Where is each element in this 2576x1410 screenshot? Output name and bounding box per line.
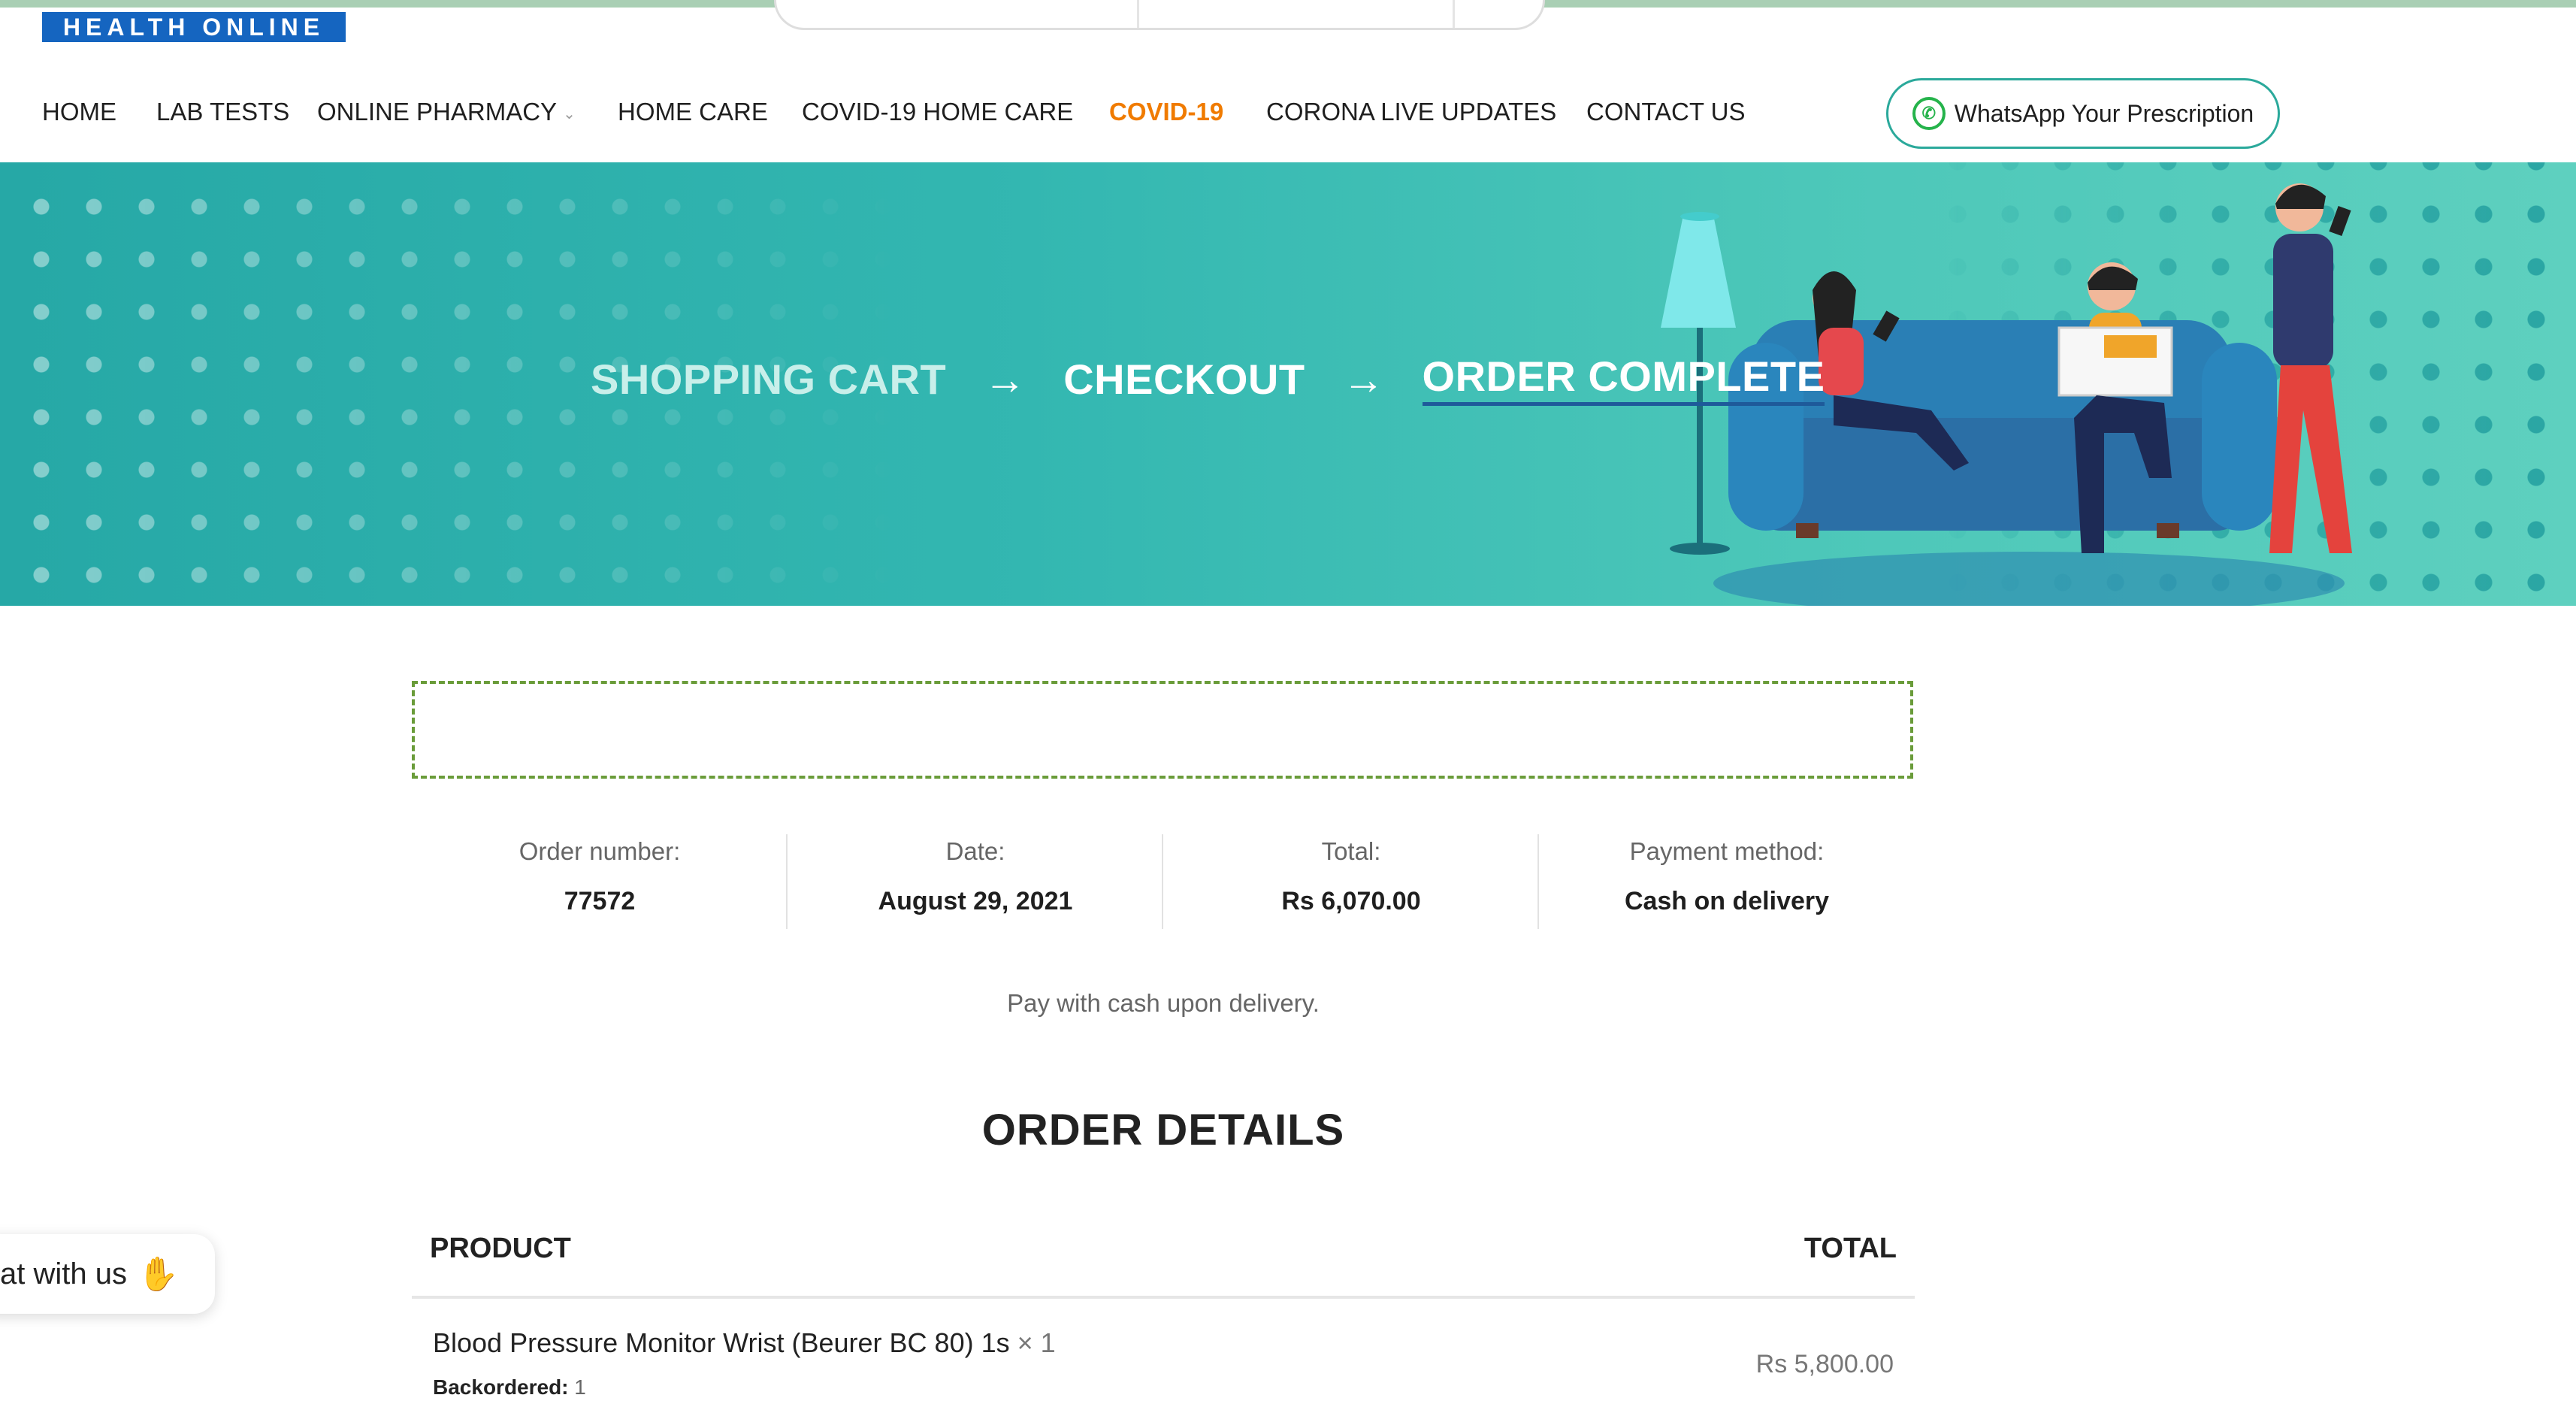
whatsapp-icon: ✆ bbox=[1912, 97, 1946, 130]
nav-online-pharmacy[interactable]: ONLINE PHARMACY ⌄ bbox=[317, 98, 576, 126]
search-bar[interactable] bbox=[774, 0, 1545, 30]
step-checkout[interactable]: CHECKOUT bbox=[1063, 355, 1305, 404]
step-shopping-cart[interactable]: SHOPPING CART bbox=[591, 355, 946, 404]
checkout-steps: SHOPPING CART → CHECKOUT → ORDER COMPLET… bbox=[591, 349, 1825, 409]
product-name-cell: Blood Pressure Monitor Wrist (Beurer BC … bbox=[433, 1327, 1056, 1359]
nav-covid-home-care[interactable]: COVID-19 HOME CARE bbox=[802, 98, 1073, 126]
waving-hand-icon: ✋ bbox=[137, 1256, 179, 1293]
search-divider bbox=[1453, 0, 1455, 28]
nav-contact-us[interactable]: CONTACT US bbox=[1586, 98, 1745, 126]
chat-widget-button[interactable]: at with us ✋ bbox=[0, 1234, 215, 1314]
chevron-down-icon: ⌄ bbox=[563, 105, 576, 123]
backorder-label: Backordered: bbox=[433, 1375, 569, 1399]
column-total: TOTAL bbox=[1804, 1233, 1897, 1264]
overview-date: Date: August 29, 2021 bbox=[788, 834, 1163, 929]
overview-value: August 29, 2021 bbox=[878, 887, 1073, 915]
column-product: PRODUCT bbox=[430, 1233, 571, 1264]
overview-payment-method: Payment method: Cash on delivery bbox=[1539, 834, 1915, 929]
product-total: Rs 5,800.00 bbox=[1755, 1350, 1894, 1378]
nav-lab-tests[interactable]: LAB TESTS bbox=[156, 98, 289, 126]
overview-value: Cash on delivery bbox=[1624, 887, 1830, 915]
nav-corona-live-updates[interactable]: CORONA LIVE UPDATES bbox=[1266, 98, 1556, 126]
whatsapp-button-label: WhatsApp Your Prescription bbox=[1954, 99, 2254, 127]
whatsapp-prescription-button[interactable]: ✆ WhatsApp Your Prescription bbox=[1886, 78, 2280, 149]
product-link[interactable]: Blood Pressure Monitor Wrist (Beurer BC … bbox=[433, 1327, 1010, 1358]
chat-widget-label: at with us bbox=[0, 1257, 127, 1290]
backorder-meta: Backordered: 1 bbox=[433, 1375, 586, 1399]
order-overview: Order number: 77572 Date: August 29, 202… bbox=[412, 834, 1918, 929]
order-table-header: PRODUCT TOTAL bbox=[412, 1225, 1915, 1299]
overview-value: Rs 6,070.00 bbox=[1281, 887, 1421, 915]
overview-total: Total: Rs 6,070.00 bbox=[1163, 834, 1539, 929]
nav-online-pharmacy-label: ONLINE PHARMACY bbox=[317, 98, 558, 126]
arrow-right-icon: → bbox=[1342, 355, 1385, 403]
overview-value: 77572 bbox=[564, 887, 636, 915]
order-notice-box bbox=[412, 681, 1913, 779]
backorder-value: 1 bbox=[574, 1375, 586, 1399]
search-divider bbox=[1137, 0, 1139, 28]
nav-home-care[interactable]: HOME CARE bbox=[618, 98, 768, 126]
order-details-heading: ORDER DETAILS bbox=[981, 1106, 1345, 1154]
checkout-progress-banner: SHOPPING CART → CHECKOUT → ORDER COMPLET… bbox=[0, 162, 2576, 606]
overview-label: Order number: bbox=[519, 837, 681, 865]
arrow-right-icon: → bbox=[984, 355, 1026, 403]
step-order-complete: ORDER COMPLETE bbox=[1422, 352, 1825, 406]
overview-order-number: Order number: 77572 bbox=[412, 834, 788, 929]
payment-instructions: Pay with cash upon delivery. bbox=[1007, 989, 1320, 1017]
nav-home[interactable]: HOME bbox=[42, 98, 116, 126]
overview-label: Total: bbox=[1321, 837, 1381, 865]
site-logo[interactable]: HEALTH ONLINE bbox=[42, 12, 346, 42]
nav-covid-19[interactable]: COVID-19 bbox=[1109, 98, 1223, 126]
product-quantity: × 1 bbox=[1017, 1327, 1056, 1358]
table-row: Blood Pressure Monitor Wrist (Beurer BC … bbox=[412, 1308, 1915, 1410]
top-header: HEALTH ONLINE bbox=[0, 0, 2576, 68]
overview-label: Payment method: bbox=[1629, 837, 1825, 865]
overview-label: Date: bbox=[945, 837, 1005, 865]
